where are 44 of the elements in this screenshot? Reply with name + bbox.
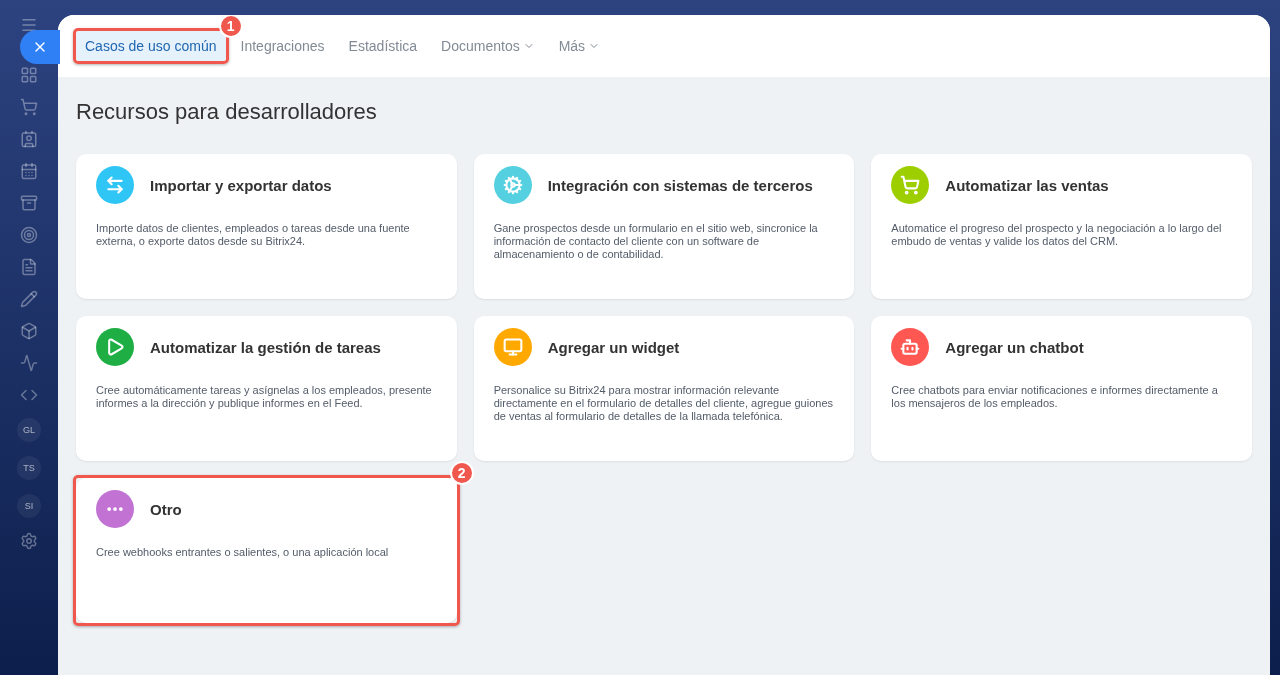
pencil-icon[interactable] [20, 290, 38, 308]
wave-icon[interactable] [20, 354, 38, 372]
card[interactable]: Automatizar la gestión de tareas Cree automáticamente tareas y asígnelas a los empleados, presente informes a la dirección y publique informes en el Feed. [76, 316, 457, 461]
card-title: Importar y exportar datos [150, 176, 332, 194]
card-description: Cree chatbots para enviar notificaciones e informes directamente a los mensajeros de los empleados. [891, 384, 1219, 410]
card-description: Cree webhooks entrantes o salientes, o una aplicación local [96, 546, 390, 559]
sidebar-item[interactable]: TS [17, 456, 41, 480]
card-description: Importe datos de clientes, empleados o tareas desde una fuente externa, o exporte datos desde su Bitrix24. [96, 222, 411, 248]
card-title: Otro [150, 500, 182, 518]
tab[interactable]: Casos de uso común [76, 31, 226, 61]
archive-icon[interactable] [20, 194, 38, 212]
card[interactable] [473, 316, 855, 461]
card-title: Integración con sistemas de terceros [547, 176, 813, 194]
card-title: Agregar un chatbot [945, 338, 1084, 356]
callout-badge: 2 [449, 461, 474, 485]
close-button[interactable] [20, 30, 60, 64]
sidebar-item[interactable]: GL [17, 418, 41, 442]
card[interactable]: Agregar un chatbot Cree chatbots para enviar notificaciones e informes directamente a los mensajeros de los empleados. [871, 316, 1252, 461]
sidebar-item[interactable]: SI [17, 494, 41, 518]
contact-card-icon[interactable] [20, 130, 38, 148]
tab[interactable]: Más [549, 31, 610, 61]
tab[interactable]: Documentos [432, 31, 544, 61]
calendar-icon[interactable] [20, 162, 38, 180]
card-description: Cree automáticamente tareas y asígnelas a los empleados, presente informes a la dirección y publique informes en el Feed. [96, 384, 433, 410]
card-title: Automatizar la gestión de tareas [150, 338, 381, 356]
card-description: Gane prospectos desde un formulario en el sitio web, sincronice la información de contacto del cliente con un software de almacenamiento o de contabilidad. [493, 222, 819, 261]
document-icon[interactable] [20, 258, 38, 276]
card[interactable]: Importar y exportar datos Importe datos de clientes, empleados o tareas desde una fuente externa, o exporte datos desde su Bitrix24. [76, 154, 457, 299]
card-description: Personalice su Bitrix24 para mostrar información relevante directamente en el formulario de detalles del cliente, agregue guiones de ventas al formulario de detalles de la llamada telefónica. [493, 384, 835, 423]
target-icon[interactable] [20, 226, 38, 244]
callout-badge: 1 [218, 15, 243, 38]
card-title: Automatizar las ventas [945, 176, 1109, 194]
settings-icon[interactable] [20, 532, 38, 550]
cart-icon[interactable] [20, 98, 38, 116]
tab[interactable]: Estadística [339, 31, 427, 61]
card[interactable]: Otro Cree webhooks entrantes o salientes, o una aplicación local [76, 478, 457, 623]
card[interactable]: Integración con sistemas de terceros Gane prospectos desde un formulario en el sitio web, sincronice la información de contacto del cliente con un software de almacenamiento o de contabilidad. [473, 154, 855, 299]
card-title: Agregar un widget [547, 338, 680, 356]
card-description: Automatice el progreso del prospecto y la negociación a lo largo del embudo de ventas y valide los datos del CRM. [891, 222, 1223, 248]
cube-icon[interactable] [20, 322, 38, 340]
grid-icon[interactable] [20, 66, 38, 84]
menu-icon[interactable] [20, 16, 38, 34]
page-heading: Recursos para desarrolladores [76, 99, 378, 125]
card[interactable]: Automatizar las ventas Automatice el progreso del prospecto y la negociación a lo largo del embudo de ventas y valide los datos del CRM. [871, 154, 1252, 299]
